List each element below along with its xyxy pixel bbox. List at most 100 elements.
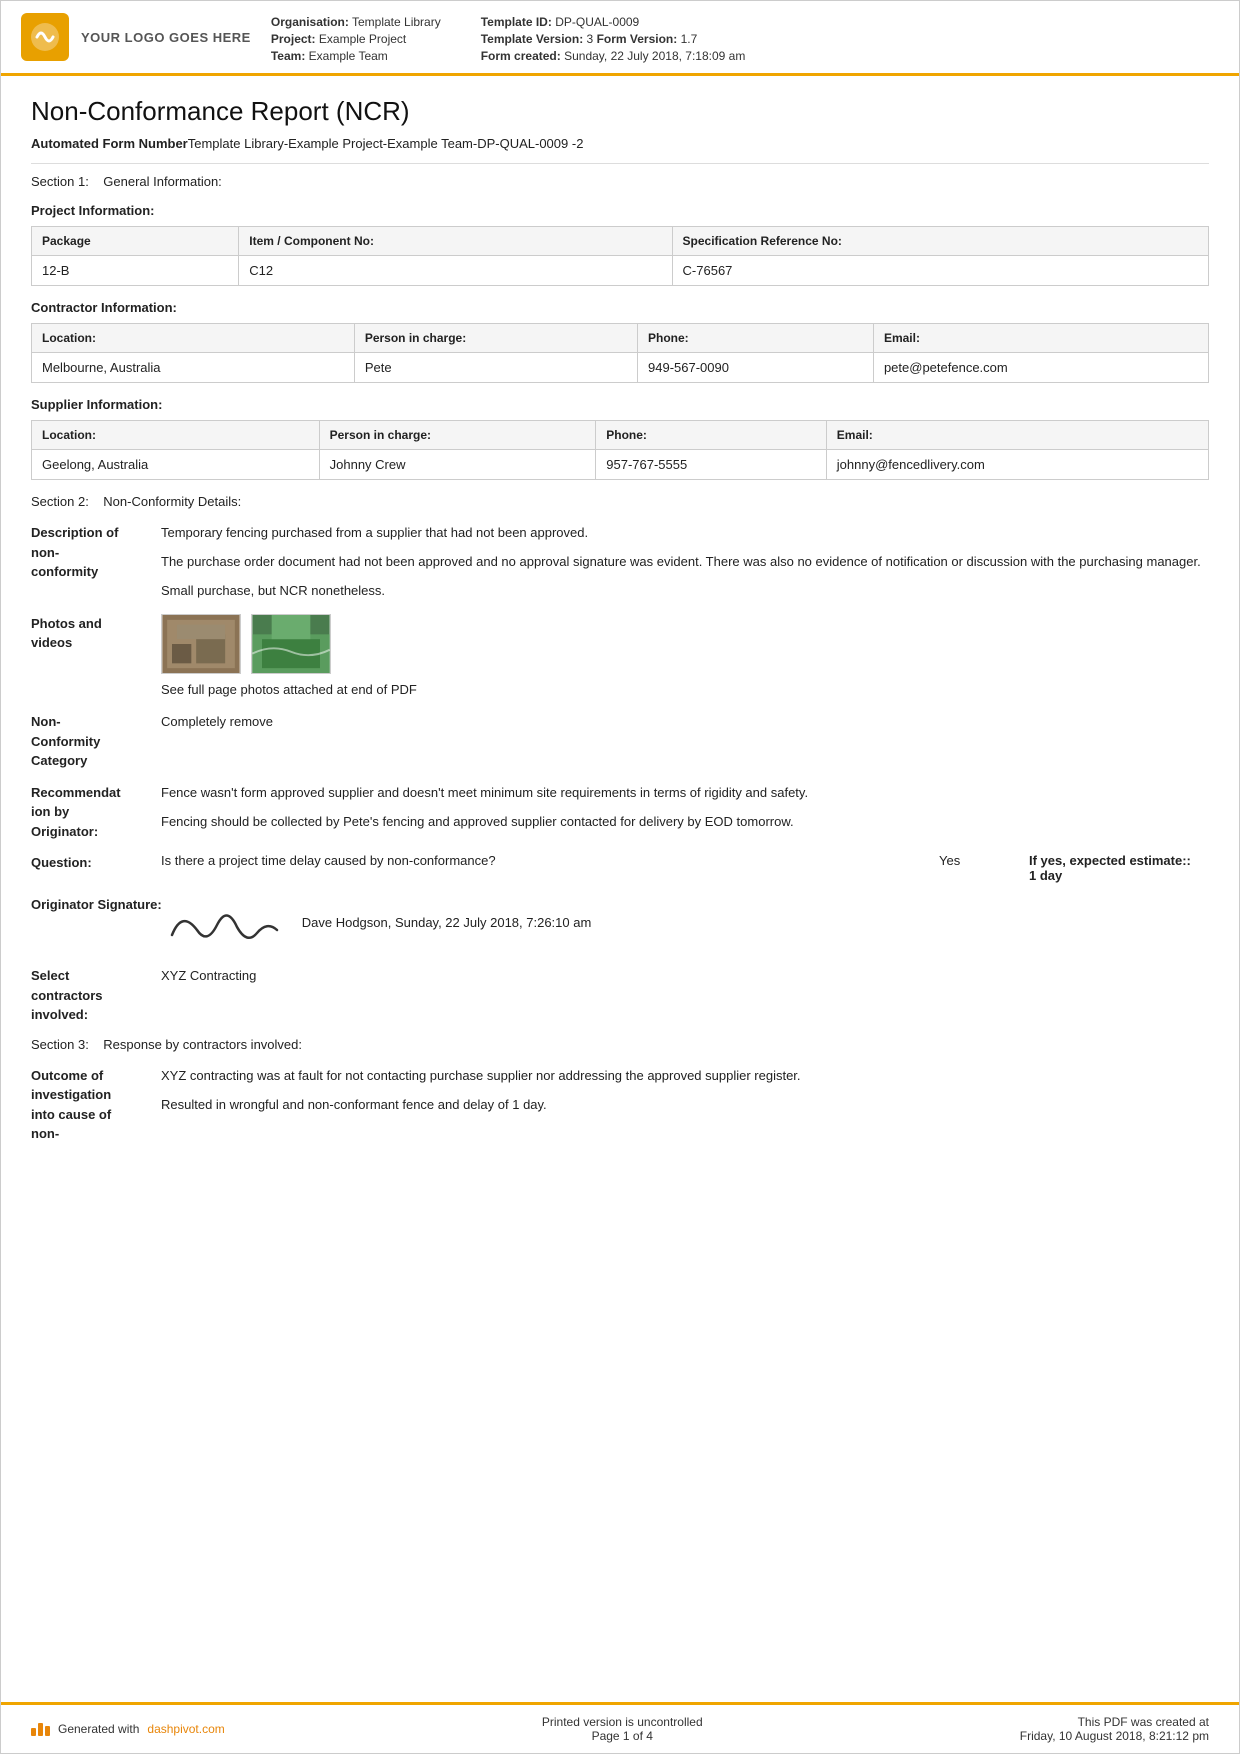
section3-header: Section 3: Response by contractors invol… [31, 1037, 1209, 1052]
item-header: Item / Component No: [239, 227, 672, 256]
question-answer: Yes [939, 853, 999, 868]
desc-p1: Temporary fencing purchased from a suppl… [161, 523, 1209, 544]
project-info-title: Project Information: [31, 203, 1209, 218]
pkg-header: Package [32, 227, 239, 256]
photos-container [161, 614, 1209, 674]
con-phone-cell: 949-567-0090 [638, 353, 874, 383]
footer-center-line1: Printed version is uncontrolled [542, 1715, 703, 1729]
section3-label: Section 3: Response by contractors invol… [31, 1037, 302, 1052]
footer: Generated with dashpivot.com Printed ver… [1, 1702, 1239, 1753]
con-loc-cell: Melbourne, Australia [32, 353, 355, 383]
outcome-p2: Resulted in wrongful and non-conformant … [161, 1095, 1209, 1116]
logo-block: YOUR LOGO GOES HERE [21, 11, 251, 63]
footer-center-line2: Page 1 of 4 [542, 1729, 703, 1743]
header: YOUR LOGO GOES HERE Organisation: Templa… [1, 1, 1239, 76]
recommendation-row: Recommendation byOriginator: Fence wasn'… [31, 783, 1209, 842]
sup-phone-header: Phone: [596, 421, 827, 450]
outcome-value: XYZ contracting was at fault for not con… [161, 1066, 1209, 1116]
section2-label: Section 2: Non-Conformity Details: [31, 494, 241, 509]
contractor-info-title: Contractor Information: [31, 300, 1209, 315]
question-text: Is there a project time delay caused by … [161, 853, 909, 868]
header-template-col: Template ID: DP-QUAL-0009 Template Versi… [481, 15, 746, 63]
signature-image [162, 895, 282, 950]
photos-label: Photos andvideos [31, 614, 161, 653]
con-loc-header: Location: [32, 324, 355, 353]
photo-thumb-2 [251, 614, 331, 674]
category-value: Completely remove [161, 712, 1209, 733]
description-row: Description ofnon-conformity Temporary f… [31, 523, 1209, 601]
photo-thumb-1 [161, 614, 241, 674]
rec-p2: Fencing should be collected by Pete's fe… [161, 812, 1209, 833]
signature-meta: Dave Hodgson, Sunday, 22 July 2018, 7:26… [302, 915, 592, 930]
supplier-info-title: Supplier Information: [31, 397, 1209, 412]
form-number-label: Automated Form Number [31, 135, 188, 153]
signature-content: Dave Hodgson, Sunday, 22 July 2018, 7:26… [162, 895, 592, 950]
header-meta: Organisation: Template Library Project: … [271, 11, 1219, 63]
section1-header: Section 1: General Information: [31, 174, 1209, 189]
question-label: Question: [31, 853, 161, 873]
sup-loc-header: Location: [32, 421, 320, 450]
project-info-table: Package Item / Component No: Specificati… [31, 226, 1209, 286]
rec-p1: Fence wasn't form approved supplier and … [161, 783, 1209, 804]
desc-p3: Small purchase, but NCR nonetheless. [161, 581, 1209, 602]
item-cell: C12 [239, 256, 672, 286]
supplier-row: Geelong, Australia Johnny Crew 957-767-5… [32, 450, 1209, 480]
project-row: Project: Example Project [271, 32, 441, 46]
con-email-cell: pete@petefence.com [873, 353, 1208, 383]
generated-text: Generated with [58, 1722, 139, 1736]
photos-row: Photos andvideos [31, 614, 1209, 701]
org-row: Organisation: Template Library [271, 15, 441, 29]
project-info-row: 12-B C12 C-76567 [32, 256, 1209, 286]
question-row: Question: Is there a project time delay … [31, 853, 1209, 883]
form-number-row: Automated Form Number Template Library-E… [31, 135, 1209, 153]
logo-text: YOUR LOGO GOES HERE [81, 30, 251, 45]
outcome-row: Outcome ofinvestigationinto cause ofnon-… [31, 1066, 1209, 1144]
supplier-info-table: Location: Person in charge: Phone: Email… [31, 420, 1209, 480]
report-title: Non-Conformance Report (NCR) [31, 96, 1209, 127]
sup-pic-cell: Johnny Crew [319, 450, 596, 480]
spec-cell: C-76567 [672, 256, 1208, 286]
section1-label: Section 1: General Information: [31, 174, 222, 189]
footer-right-line1: This PDF was created at [1020, 1715, 1209, 1729]
template-version-row: Template Version: 3 Form Version: 1.7 [481, 32, 746, 46]
category-row: Non-ConformityCategory Completely remove [31, 712, 1209, 771]
signature-row: Originator Signature: Dave Hodgson, Sund… [31, 895, 1209, 950]
footer-left: Generated with dashpivot.com [31, 1722, 225, 1736]
template-id-row: Template ID: DP-QUAL-0009 [481, 15, 746, 29]
footer-right-line2: Friday, 10 August 2018, 8:21:12 pm [1020, 1729, 1209, 1743]
pkg-cell: 12-B [32, 256, 239, 286]
recommendation-value: Fence wasn't form approved supplier and … [161, 783, 1209, 833]
sup-pic-header: Person in charge: [319, 421, 596, 450]
section2-header: Section 2: Non-Conformity Details: [31, 494, 1209, 509]
logo-icon [21, 13, 69, 61]
con-pic-header: Person in charge: [354, 324, 637, 353]
photos-value: See full page photos attached at end of … [161, 614, 1209, 701]
contractor-row: Melbourne, Australia Pete 949-567-0090 p… [32, 353, 1209, 383]
spec-header: Specification Reference No: [672, 227, 1208, 256]
description-label: Description ofnon-conformity [31, 523, 161, 582]
sup-phone-cell: 957-767-5555 [596, 450, 827, 480]
dashpivot-icon [31, 1723, 50, 1736]
bar1 [31, 1728, 36, 1736]
footer-right: This PDF was created at Friday, 10 Augus… [1020, 1715, 1209, 1743]
contractors-label: Selectcontractorsinvolved: [31, 966, 161, 1025]
team-row: Team: Example Team [271, 49, 441, 63]
dashpivot-link[interactable]: dashpivot.com [147, 1722, 224, 1736]
bar2 [38, 1723, 43, 1736]
contractors-value: XYZ Contracting [161, 966, 1209, 987]
contractor-info-table: Location: Person in charge: Phone: Email… [31, 323, 1209, 383]
con-phone-header: Phone: [638, 324, 874, 353]
sup-loc-cell: Geelong, Australia [32, 450, 320, 480]
form-created-row: Form created: Sunday, 22 July 2018, 7:18… [481, 49, 746, 63]
content: Non-Conformance Report (NCR) Automated F… [1, 76, 1239, 1702]
header-org-col: Organisation: Template Library Project: … [271, 15, 441, 63]
question-estimate: If yes, expected estimate::1 day [1029, 853, 1209, 883]
category-label: Non-ConformityCategory [31, 712, 161, 771]
form-number-value: Template Library-Example Project-Example… [188, 135, 584, 153]
contractors-row: Selectcontractorsinvolved: XYZ Contracti… [31, 966, 1209, 1025]
description-value: Temporary fencing purchased from a suppl… [161, 523, 1209, 601]
outcome-label: Outcome ofinvestigationinto cause ofnon- [31, 1066, 161, 1144]
photos-caption: See full page photos attached at end of … [161, 680, 1209, 701]
con-email-header: Email: [873, 324, 1208, 353]
outcome-p1: XYZ contracting was at fault for not con… [161, 1066, 1209, 1087]
